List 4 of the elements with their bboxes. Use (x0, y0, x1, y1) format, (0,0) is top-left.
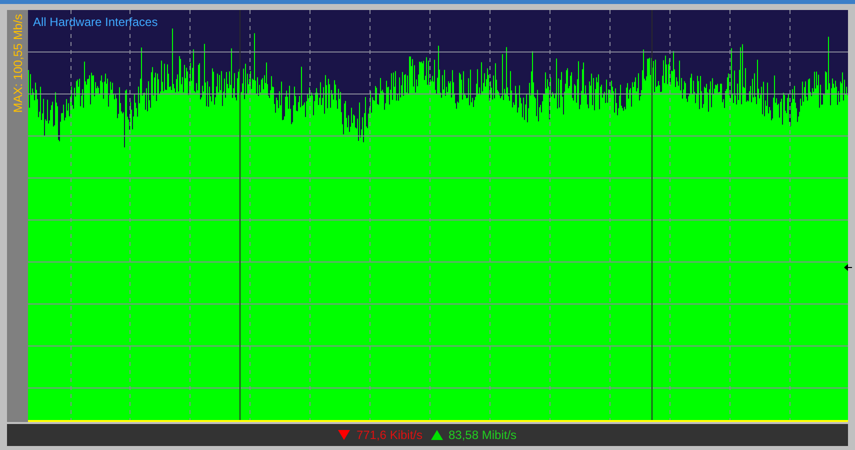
upload-rate: 83,58 Mibit/s (448, 427, 517, 444)
chart-title: All Hardware Interfaces (33, 14, 158, 31)
download-rate: 771,6 Kibit/s (356, 427, 422, 444)
max-label: MAX: 100,55 Mb/s (10, 14, 26, 113)
